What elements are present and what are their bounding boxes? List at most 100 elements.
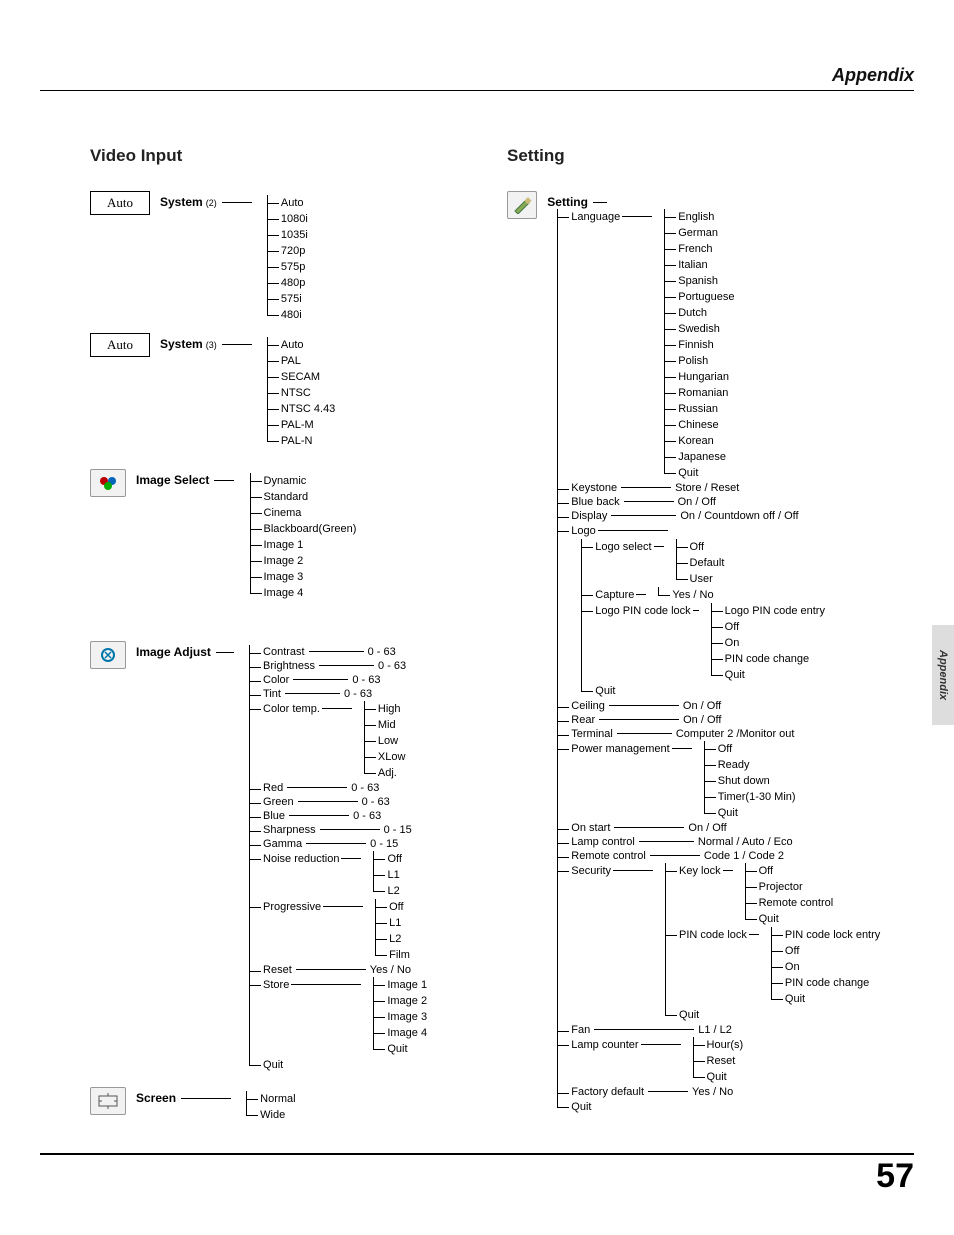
tree-item-key: On start [571, 821, 610, 835]
tree-item: Logo PIN code entry [725, 605, 825, 617]
tree-item: Wide [260, 1109, 285, 1121]
tree-item: Korean [678, 435, 713, 447]
tree-item: Yes / No [672, 589, 713, 601]
tree-item-value: 0 - 15 [384, 823, 412, 837]
tree-item: PAL-N [281, 435, 313, 447]
tree-item: Romanian [678, 387, 728, 399]
tree-branch: Store [263, 979, 289, 991]
tree-item-value: On / Off [683, 699, 721, 713]
tree-item-value: Yes / No [370, 963, 411, 977]
tree-item-key: Lamp control [571, 835, 635, 849]
system3-note: (3) [206, 340, 217, 350]
tree-branch: Key lock [679, 865, 721, 877]
page-header-title: Appendix [832, 65, 914, 85]
tree-item: Quit [718, 807, 738, 819]
tree-item: Quit [263, 1059, 283, 1071]
screen-label: Screen [136, 1091, 176, 1105]
tree-item: L1 [387, 869, 399, 881]
tree-item: Normal [260, 1093, 295, 1105]
tree-item-value: 0 - 63 [344, 687, 372, 701]
tree-item: Off [389, 901, 403, 913]
tree-item: Quit [595, 685, 615, 697]
tree-item: High [378, 703, 401, 715]
system2-label: System [160, 195, 203, 209]
tree-item-value: Computer 2 /Monitor out [676, 727, 795, 741]
tree-item: Quit [707, 1071, 727, 1083]
tree-item: L2 [389, 933, 401, 945]
tree-item: Off [718, 743, 732, 755]
setting-title: Setting [507, 146, 914, 166]
tree-item-key: Sharpness [263, 823, 316, 837]
tree-item: Off [387, 853, 401, 865]
tree-item: 480p [281, 277, 305, 289]
tree-item: On [785, 961, 800, 973]
tree-item-key: Brightness [263, 659, 315, 673]
tree-item: Dynamic [264, 475, 307, 487]
auto-badge-1: Auto [90, 191, 150, 215]
tree-item-value: 0 - 63 [362, 795, 390, 809]
tree-item-value: 0 - 63 [368, 645, 396, 659]
tree-item: Projector [759, 881, 803, 893]
tree-item: Image 1 [264, 539, 304, 551]
tree-item-key: Fan [571, 1023, 590, 1037]
tree-item-value: 0 - 63 [353, 809, 381, 823]
tree-branch: Lamp counter [571, 1039, 638, 1051]
setting-icon [507, 191, 537, 219]
image-select-label: Image Select [136, 473, 209, 487]
tree-item: Hour(s) [707, 1039, 744, 1051]
tree-item: French [678, 243, 712, 255]
tree-item: Quit [678, 467, 698, 479]
image-adjust-icon [90, 641, 126, 669]
tree-item-value: Code 1 / Code 2 [704, 849, 784, 863]
side-tab: Appendix [932, 625, 954, 725]
tree-item-value: 0 - 63 [352, 673, 380, 687]
tree-item: PIN code lock entry [785, 929, 880, 941]
tree-item: Image 4 [387, 1027, 427, 1039]
tree-item: Off [725, 621, 739, 633]
tree-item: Hungarian [678, 371, 729, 383]
tree-item: L2 [387, 885, 399, 897]
tree-item: Swedish [678, 323, 720, 335]
image-adjust-label: Image Adjust [136, 645, 211, 659]
tree-item: Quit [571, 1101, 591, 1113]
tree-item: Quit [785, 993, 805, 1005]
video-input-title: Video Input [90, 146, 497, 166]
tree-item: PAL-M [281, 419, 314, 431]
tree-item: Image 4 [264, 587, 304, 599]
tree-item: Finnish [678, 339, 713, 351]
tree-item-value: 0 - 63 [378, 659, 406, 673]
setting-column: Setting Setting Language English German Fre… [497, 146, 914, 1123]
tree-item: Cinema [264, 507, 302, 519]
tree-item: Low [378, 735, 398, 747]
tree-item: Off [759, 865, 773, 877]
tree-item: Default [690, 557, 725, 569]
tree-item-key: Blue back [571, 495, 619, 509]
tree-item-value: 0 - 15 [370, 837, 398, 851]
tree-branch: Language [571, 211, 620, 223]
tree-item: Image 2 [387, 995, 427, 1007]
setting-root-label: Setting [547, 195, 588, 209]
tree-item-key: Keystone [571, 481, 617, 495]
tree-item: Blackboard(Green) [264, 523, 357, 535]
tree-item: Dutch [678, 307, 707, 319]
tree-item: Portuguese [678, 291, 734, 303]
tree-item: 1080i [281, 213, 308, 225]
tree-item: Image 1 [387, 979, 427, 991]
tree-item: 1035i [281, 229, 308, 241]
tree-item-value: On / Off [678, 495, 716, 509]
tree-item: Japanese [678, 451, 726, 463]
tree-branch: Capture [595, 589, 634, 601]
tree-item: L1 [389, 917, 401, 929]
tree-item: User [690, 573, 713, 585]
tree-item: German [678, 227, 718, 239]
tree-item: Auto [281, 339, 304, 351]
tree-item-key: Remote control [571, 849, 646, 863]
tree-item: English [678, 211, 714, 223]
tree-item-key: Color [263, 673, 289, 687]
tree-item: Spanish [678, 275, 718, 287]
system2-note: (2) [206, 198, 217, 208]
page-number: 57 [876, 1157, 914, 1195]
tree-item-key: Ceiling [571, 699, 605, 713]
tree-item: Standard [264, 491, 309, 503]
tree-item: Remote control [759, 897, 834, 909]
